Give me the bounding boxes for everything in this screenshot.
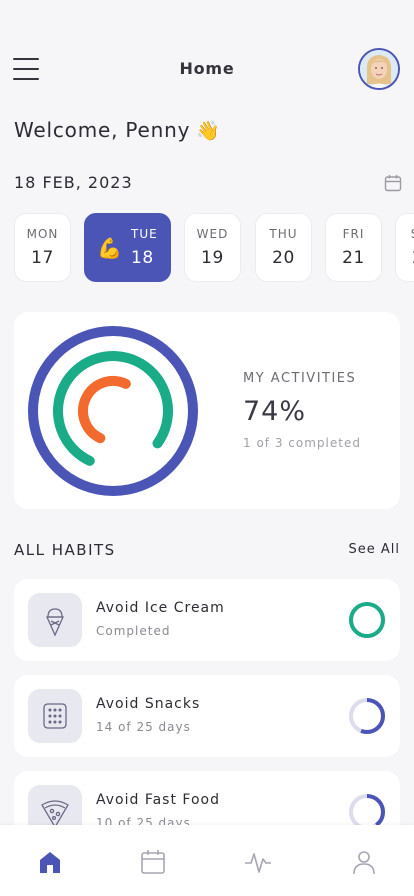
bottom-nav xyxy=(0,825,414,896)
home-icon[interactable] xyxy=(35,847,65,877)
day-mon[interactable]: MON 17 xyxy=(14,213,71,282)
pizza-icon xyxy=(41,800,69,829)
ring-inner xyxy=(78,376,148,446)
activity-card[interactable]: MY ACTIVITIES 74% 1 of 3 completed xyxy=(14,312,400,509)
day-selector: MON 17 💪 TUE 18 WED 19 THU 20 FRI 21 SAT… xyxy=(14,213,414,283)
current-date: 18 FEB, 2023 xyxy=(14,173,133,192)
habit-progress-ring xyxy=(349,698,385,734)
see-all-link[interactable]: See All xyxy=(349,542,401,557)
activity-label: MY ACTIVITIES xyxy=(243,371,357,386)
day-sat[interactable]: SAT 22 xyxy=(395,213,414,282)
habit-card[interactable]: Avoid Snacks 14 of 25 days xyxy=(14,675,400,757)
day-name: TUE xyxy=(131,227,158,241)
avatar[interactable] xyxy=(358,48,400,90)
profile-icon[interactable] xyxy=(349,847,379,877)
ice-cream-icon xyxy=(45,608,65,637)
habit-name: Avoid Snacks xyxy=(96,696,201,712)
habit-status: Completed xyxy=(96,624,171,638)
day-date: 18 xyxy=(131,248,154,268)
habit-status: 14 of 25 days xyxy=(96,720,191,734)
wave-emoji: 👋 xyxy=(196,120,221,142)
day-date: 17 xyxy=(31,248,54,268)
activity-subtitle: 1 of 3 completed xyxy=(243,436,361,450)
section-title: ALL HABITS xyxy=(14,541,116,559)
day-name: WED xyxy=(196,227,229,241)
app-header: Home xyxy=(0,44,414,94)
habit-thumb xyxy=(28,593,82,647)
day-name: THU xyxy=(269,227,298,241)
habit-name: Avoid Ice Cream xyxy=(96,600,225,616)
ring-middle xyxy=(53,351,173,471)
day-tue[interactable]: 💪 TUE 18 xyxy=(84,213,171,282)
activity-rings xyxy=(28,326,198,496)
day-wed[interactable]: WED 19 xyxy=(184,213,241,282)
habit-name: Avoid Fast Food xyxy=(96,792,220,808)
day-name: FRI xyxy=(342,227,365,241)
activity-icon[interactable] xyxy=(243,847,273,877)
day-name: SAT xyxy=(396,227,414,241)
flexed-arm-icon: 💪 xyxy=(97,236,122,260)
day-fri[interactable]: FRI 21 xyxy=(325,213,382,282)
calendar-icon[interactable] xyxy=(384,174,402,192)
calendar-icon[interactable] xyxy=(138,847,168,877)
activity-percent: 74% xyxy=(243,396,307,427)
day-date: 20 xyxy=(272,248,295,268)
habit-card[interactable]: Avoid Ice Cream Completed xyxy=(14,579,400,661)
day-date: 21 xyxy=(342,248,365,268)
cookie-icon xyxy=(43,703,67,729)
habit-progress-ring xyxy=(349,602,385,638)
welcome-heading: Welcome, Penny 👋 xyxy=(14,118,221,142)
welcome-text: Welcome, Penny xyxy=(14,118,191,142)
habit-thumb xyxy=(28,689,82,743)
day-thu[interactable]: THU 20 xyxy=(255,213,312,282)
day-name: MON xyxy=(26,227,59,241)
page-title: Home xyxy=(179,59,235,78)
day-date: 19 xyxy=(201,248,224,268)
day-date: 22 xyxy=(396,248,414,268)
